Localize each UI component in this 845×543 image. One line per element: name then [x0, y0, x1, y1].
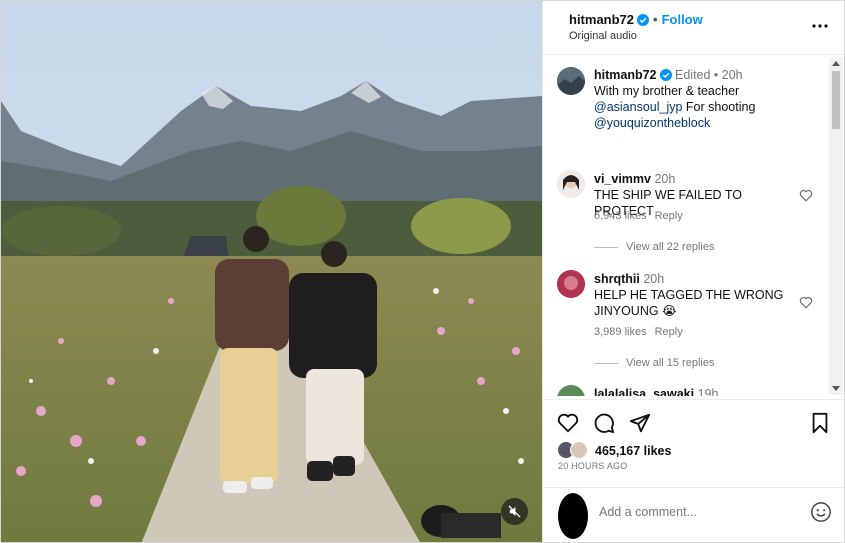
- caption-line1: With my brother & teacher: [594, 84, 740, 98]
- verified-badge-icon: [659, 69, 672, 81]
- author-username[interactable]: hitmanb72: [569, 12, 634, 27]
- comment: lalalalisa_sawaki 19h: [594, 386, 804, 396]
- heart-icon[interactable]: [557, 412, 579, 434]
- commenter-avatar[interactable]: [557, 170, 585, 198]
- mute-button[interactable]: [501, 498, 528, 525]
- view-replies-link[interactable]: View all 22 replies: [594, 241, 714, 253]
- audio-label[interactable]: Original audio: [569, 30, 637, 42]
- comment-likes[interactable]: 3,989 likes: [594, 326, 647, 338]
- comment-age: 20h: [654, 172, 676, 186]
- bookmark-icon[interactable]: [809, 412, 831, 434]
- add-comment-bar: Add a comment...: [543, 487, 844, 542]
- verified-badge-icon: [637, 14, 650, 26]
- author-avatar[interactable]: [557, 67, 585, 95]
- scroll-up-arrow[interactable]: [832, 61, 840, 66]
- reply-link[interactable]: Reply: [655, 326, 683, 338]
- comment-likes[interactable]: 6,943 likes: [594, 210, 647, 222]
- comment-icon[interactable]: [593, 412, 615, 434]
- current-user-avatar: [558, 493, 588, 539]
- comment-age: 19h: [697, 387, 719, 396]
- more-options-icon[interactable]: [811, 19, 829, 33]
- post-sidebar: hitmanb72 • Follow Original audio hitmanb7…: [542, 1, 844, 542]
- reply-link[interactable]: Reply: [655, 210, 683, 222]
- comment-text: JINYOUNG 😭: [594, 304, 677, 318]
- emoji-icon[interactable]: [810, 501, 832, 523]
- comment-username[interactable]: vi_vimmv: [594, 172, 651, 186]
- post-timestamp: 20 HOURS AGO: [558, 461, 628, 471]
- comment-username[interactable]: shrqthii: [594, 272, 640, 286]
- comment: shrqthii 20h HELP HE TAGGED THE WRONG JI…: [594, 271, 804, 319]
- separator-dot: •: [653, 12, 658, 27]
- post-video[interactable]: [1, 1, 542, 542]
- mention-link[interactable]: @asiansoul_jyp: [594, 100, 682, 114]
- post-header: hitmanb72 • Follow Original audio: [543, 1, 844, 55]
- view-replies-link[interactable]: View all 15 replies: [594, 357, 714, 369]
- scroll-down-arrow[interactable]: [832, 386, 840, 391]
- heart-icon[interactable]: [799, 189, 813, 202]
- commenter-avatar[interactable]: [557, 385, 585, 396]
- commenter-avatar[interactable]: [557, 270, 585, 298]
- heart-icon[interactable]: [799, 296, 813, 309]
- edited-label: Edited: [675, 68, 711, 82]
- comment-input[interactable]: Add a comment...: [599, 505, 697, 519]
- scroll-thumb[interactable]: [832, 71, 840, 129]
- caption-age: 20h: [721, 68, 743, 82]
- share-icon[interactable]: [629, 412, 651, 434]
- caption: hitmanb72 Edited • 20h With my brother &…: [594, 67, 819, 131]
- comments-scrollbar[interactable]: [829, 57, 843, 395]
- caption-text: For shooting: [685, 100, 756, 114]
- follow-button[interactable]: Follow: [662, 12, 703, 27]
- like-count[interactable]: 465,167 likes: [595, 444, 671, 458]
- comments-list: hitmanb72 Edited • 20h With my brother &…: [543, 56, 828, 396]
- comment-text: HELP HE TAGGED THE WRONG: [594, 288, 784, 302]
- comment-username[interactable]: lalalalisa_sawaki: [594, 387, 694, 396]
- comment-age: 20h: [643, 272, 665, 286]
- caption-username[interactable]: hitmanb72: [594, 68, 657, 82]
- video-frame: [1, 1, 542, 542]
- mute-icon: [508, 505, 521, 518]
- mention-link[interactable]: @youquizontheblock: [594, 116, 710, 130]
- avatar: [570, 441, 588, 459]
- post-viewer: hitmanb72 • Follow Original audio hitmanb7…: [0, 0, 845, 543]
- liked-by-avatars[interactable]: [557, 441, 591, 459]
